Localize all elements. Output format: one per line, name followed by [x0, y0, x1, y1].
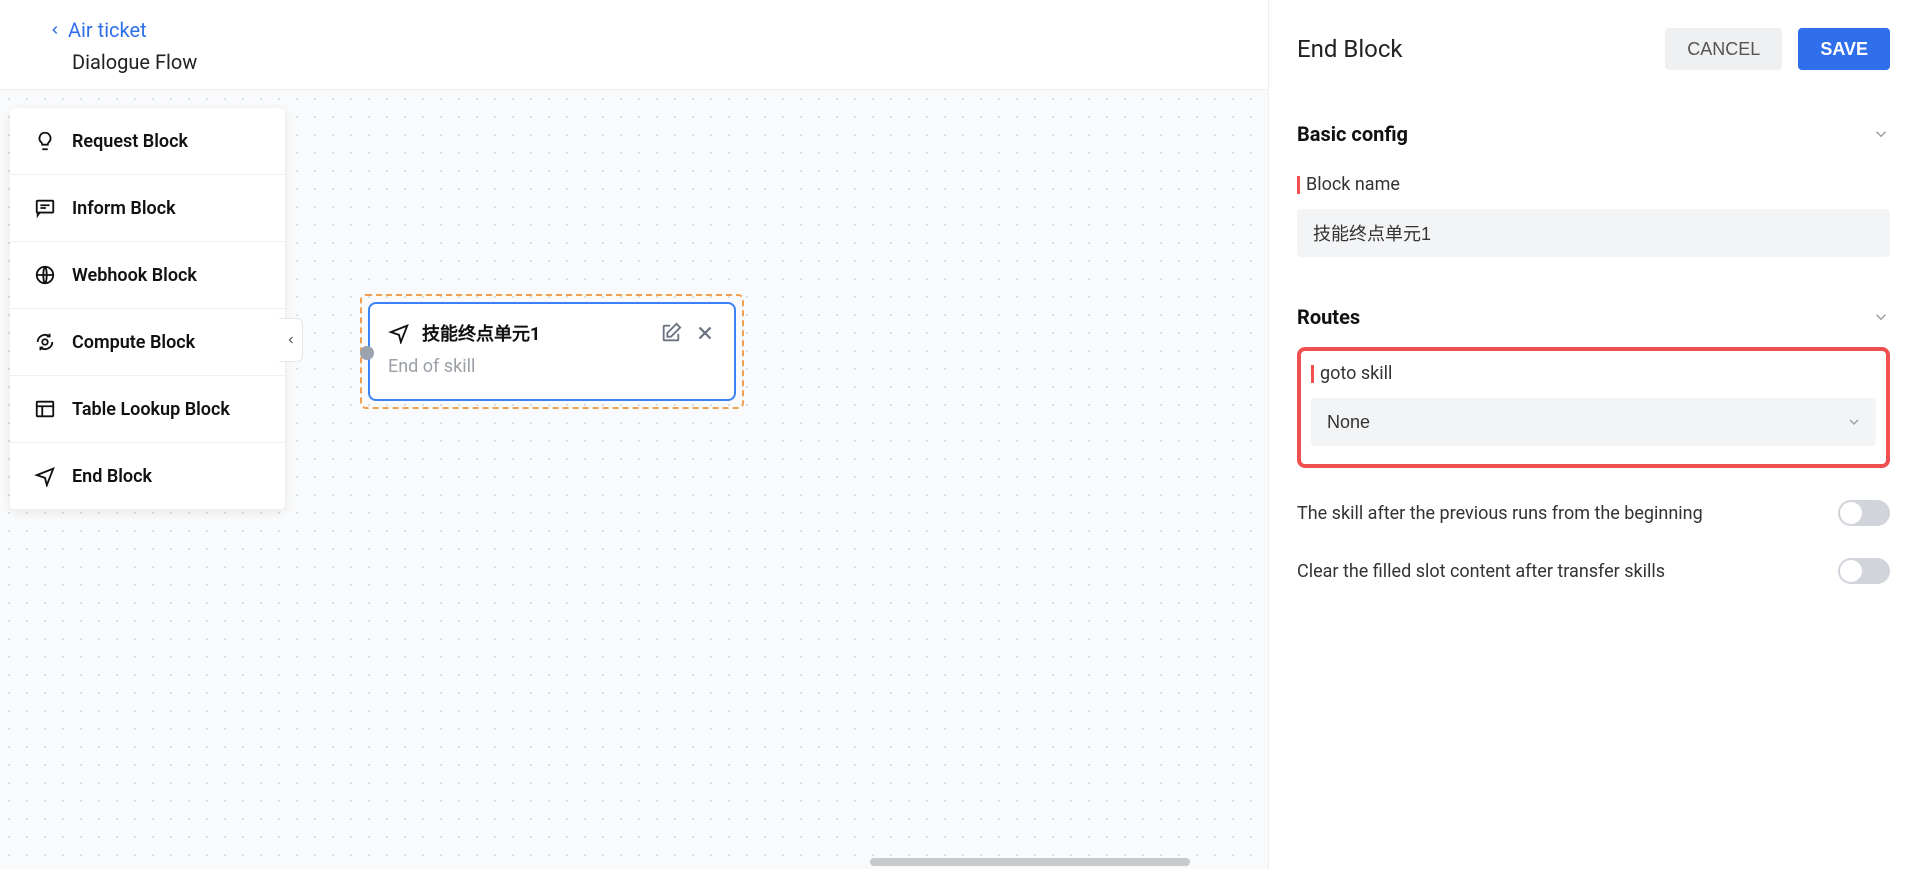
palette-end-block[interactable]: End Block — [10, 443, 285, 510]
input-port[interactable] — [360, 346, 374, 360]
panel-body: Basic config Block name Routes goto skil… — [1269, 88, 1918, 594]
chevron-left-icon — [48, 23, 62, 37]
goto-skill-label: goto skill — [1311, 363, 1876, 384]
globe-icon — [34, 264, 56, 286]
palette-request-block[interactable]: Request Block — [10, 108, 285, 175]
palette-table-lookup-block[interactable]: Table Lookup Block — [10, 376, 285, 443]
goto-skill-select-wrap: None — [1311, 398, 1876, 446]
palette-webhook-block[interactable]: Webhook Block — [10, 242, 285, 309]
chevron-down-icon — [1872, 308, 1890, 326]
section-label: Routes — [1297, 305, 1360, 329]
routes-section[interactable]: Routes — [1297, 305, 1890, 329]
palette-item-label: Request Block — [72, 131, 188, 152]
breadcrumb-label: Air ticket — [68, 18, 147, 42]
nav-arrow-icon — [388, 322, 410, 344]
scrollbar-thumb[interactable] — [870, 858, 1190, 866]
goto-skill-select[interactable]: None — [1311, 398, 1876, 446]
toggle-knob — [1840, 502, 1862, 524]
chevron-left-icon — [285, 333, 297, 347]
bulb-icon — [34, 130, 56, 152]
node-header: 技能终点单元1 — [370, 304, 734, 356]
end-block-node[interactable]: 技能终点单元1 End of skill — [368, 302, 736, 401]
basic-config-section[interactable]: Basic config — [1297, 122, 1890, 146]
table-icon — [34, 398, 56, 420]
breadcrumb[interactable]: Air ticket — [48, 18, 147, 42]
nav-arrow-icon — [34, 465, 56, 487]
panel-title: End Block — [1297, 35, 1665, 63]
palette-item-label: Table Lookup Block — [72, 399, 230, 420]
toggle-label: Clear the filled slot content after tran… — [1297, 561, 1665, 582]
palette-collapse-button[interactable] — [279, 318, 303, 362]
block-name-label: Block name — [1297, 174, 1890, 195]
section-label: Basic config — [1297, 122, 1408, 146]
toggle-clear-slot: Clear the filled slot content after tran… — [1297, 558, 1890, 584]
block-name-input[interactable] — [1297, 209, 1890, 257]
toggle-switch[interactable] — [1838, 558, 1890, 584]
palette-item-label: Compute Block — [72, 332, 195, 353]
gear-arrows-icon — [34, 331, 56, 353]
block-palette: Request Block Inform Block Webhook Block… — [10, 108, 285, 510]
palette-compute-block[interactable]: Compute Block — [10, 309, 285, 376]
palette-item-label: Webhook Block — [72, 265, 197, 286]
goto-skill-highlight: goto skill None — [1297, 347, 1890, 468]
chat-icon — [34, 197, 56, 219]
palette-inform-block[interactable]: Inform Block — [10, 175, 285, 242]
palette-item-label: End Block — [72, 466, 152, 487]
node-subtitle: End of skill — [370, 356, 734, 399]
palette-item-label: Inform Block — [72, 198, 176, 219]
close-icon[interactable] — [694, 322, 716, 344]
node-selection: 技能终点单元1 End of skill — [360, 294, 744, 409]
required-indicator — [1311, 365, 1314, 383]
toggle-run-from-beginning: The skill after the previous runs from t… — [1297, 500, 1890, 526]
toggle-switch[interactable] — [1838, 500, 1890, 526]
panel-header: End Block CANCEL SAVE — [1269, 0, 1918, 88]
cancel-button[interactable]: CANCEL — [1665, 28, 1782, 70]
toggle-label: The skill after the previous runs from t… — [1297, 503, 1703, 524]
edit-icon[interactable] — [660, 322, 682, 344]
properties-panel: End Block CANCEL SAVE Basic config Block… — [1268, 0, 1918, 869]
node-title: 技能终点单元1 — [422, 320, 648, 346]
node-selection-halo: 技能终点单元1 End of skill — [360, 294, 744, 409]
toggle-knob — [1840, 560, 1862, 582]
required-indicator — [1297, 176, 1300, 194]
chevron-down-icon — [1872, 125, 1890, 143]
save-button[interactable]: SAVE — [1798, 28, 1890, 70]
